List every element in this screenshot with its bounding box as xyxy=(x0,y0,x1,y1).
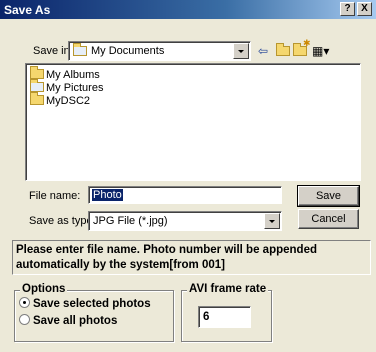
list-item[interactable]: My Albums xyxy=(30,66,100,82)
avi-frame-rate-title: AVI frame rate xyxy=(187,283,269,295)
options-group: Options Save selected photos Save all ph… xyxy=(14,283,174,342)
save-as-type-label: Save as type: xyxy=(29,215,96,227)
save-selected-photos-option[interactable]: Save selected photos xyxy=(19,297,151,310)
help-button[interactable]: ? xyxy=(340,2,355,16)
save-as-type-dropdown-button[interactable] xyxy=(264,213,280,229)
file-name-label: File name: xyxy=(29,190,81,202)
save-in-value: My Documents xyxy=(91,45,165,57)
save-in-label: Save in: xyxy=(33,45,73,57)
pictures-folder-icon xyxy=(30,79,44,92)
window-title: Save As xyxy=(4,3,51,17)
list-item[interactable]: MyDSC2 xyxy=(30,92,90,108)
radio-icon xyxy=(19,297,30,308)
up-folder-icon[interactable] xyxy=(276,43,292,58)
close-button[interactable]: X xyxy=(357,2,372,16)
title-bar: Save As ? X xyxy=(0,0,376,19)
my-documents-icon xyxy=(73,43,89,58)
view-menu-icon[interactable]: ▦▾ xyxy=(312,44,329,58)
avi-frame-rate-value: 6 xyxy=(203,311,210,323)
radio-icon xyxy=(19,314,30,325)
folder-icon xyxy=(30,66,44,79)
cancel-button[interactable]: Cancel xyxy=(298,209,359,229)
info-message: Please enter file name. Photo number wil… xyxy=(12,240,371,275)
avi-frame-rate-input[interactable]: 6 xyxy=(198,306,251,328)
save-in-combo[interactable]: My Documents xyxy=(68,41,251,61)
new-folder-icon[interactable]: ✱ xyxy=(293,38,311,58)
file-name-input[interactable]: Photo xyxy=(88,186,282,204)
back-arrow-icon[interactable]: ⇦ xyxy=(258,44,268,58)
options-title: Options xyxy=(20,283,68,295)
save-as-type-combo[interactable]: JPG File (*.jpg) xyxy=(88,211,282,231)
save-button[interactable]: Save xyxy=(297,185,360,207)
file-list[interactable]: My Albums My Pictures MyDSC2 xyxy=(25,63,361,181)
avi-frame-rate-group: AVI frame rate 6 xyxy=(181,283,272,342)
folder-icon xyxy=(30,92,44,105)
save-as-type-value: JPG File (*.jpg) xyxy=(93,215,168,227)
save-all-photos-option[interactable]: Save all photos xyxy=(19,314,117,327)
list-item[interactable]: My Pictures xyxy=(30,79,103,95)
file-name-value: Photo xyxy=(92,189,123,201)
save-in-dropdown-button[interactable] xyxy=(233,43,249,59)
